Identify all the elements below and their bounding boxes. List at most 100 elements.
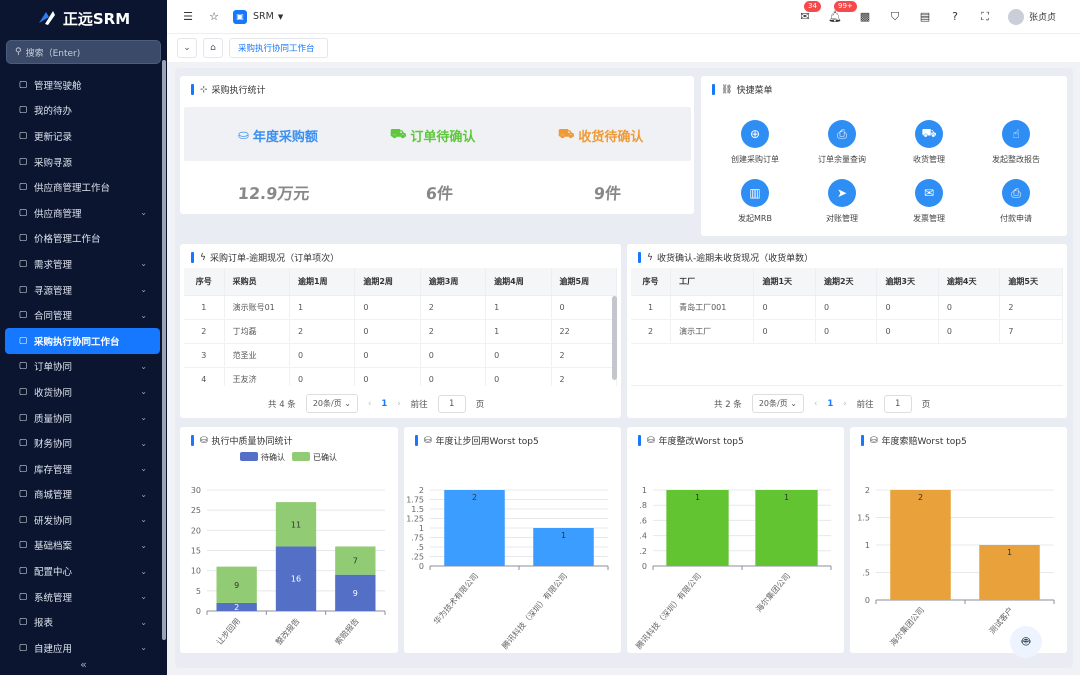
quick-menu-item[interactable]: ➤ 对账管理: [802, 179, 882, 224]
chart-card-concession: ⛁ 年度让步回用Worst top5 0.25.5.75 1 1.25 1.5 1.75 2…: [404, 427, 621, 653]
column-header[interactable]: 逾期4周: [485, 268, 552, 296]
sidebar-item[interactable]: ▢ 系统管理 ⌄: [0, 584, 167, 610]
goto-page-input[interactable]: 1: [883, 394, 912, 413]
next-page-icon[interactable]: ›: [843, 399, 846, 409]
sidebar-item[interactable]: ▢ 商城管理 ⌄: [0, 482, 167, 508]
star-icon[interactable]: ☆: [207, 10, 221, 24]
quick-menu-item[interactable]: ⎙ 付款申请: [976, 179, 1056, 224]
column-header[interactable]: 采购员: [224, 268, 290, 296]
quick-menu-item[interactable]: ⊕ 创建采购订单: [715, 120, 795, 165]
sidebar-item[interactable]: ▢ 质量协同 ⌄: [0, 405, 167, 431]
module-switcher[interactable]: SRM: [253, 11, 274, 22]
sidebar-item[interactable]: ▢ 供应商管理 ⌄: [0, 200, 167, 226]
quick-menu-label: 发起MRB: [738, 214, 772, 223]
table-row[interactable]: 1 演示账号01 1 0 2 1 0: [184, 295, 617, 320]
sidebar-item[interactable]: ▢ 基础档案 ⌄: [0, 533, 167, 559]
column-header[interactable]: 逾期3周: [420, 268, 487, 296]
column-header[interactable]: 逾期1天: [753, 268, 816, 296]
legend-swatch[interactable]: [292, 452, 310, 461]
sidebar-item[interactable]: ▢ 收货协同 ⌄: [0, 379, 167, 405]
column-header[interactable]: 逾期5天: [999, 268, 1063, 296]
sidebar-item-label: 报表: [34, 618, 54, 630]
column-header[interactable]: 序号: [184, 268, 225, 296]
current-page[interactable]: 1: [827, 399, 833, 409]
person-icon: ▢: [18, 310, 28, 321]
sidebar-scrollbar[interactable]: [162, 60, 166, 640]
sidebar-item[interactable]: ▢ 更新记录: [0, 123, 167, 149]
table-row[interactable]: 1 青岛工厂001 0 0 0 0 2: [631, 295, 1063, 320]
home-icon[interactable]: ⌂: [203, 38, 223, 58]
goto-page-input[interactable]: 1: [437, 394, 466, 413]
quick-menu-item[interactable]: ⎙ 订单余量查询: [802, 120, 882, 165]
column-header[interactable]: 逾期1周: [289, 268, 356, 296]
sidebar-item[interactable]: ▢ 自建应用 ⌄: [0, 635, 167, 661]
sidebar-item[interactable]: ▢ 采购寻源: [0, 149, 167, 175]
page-size-select[interactable]: 20条/页 ⌄: [305, 394, 358, 413]
sidebar-item[interactable]: ▢ 价格管理工作台: [0, 226, 167, 252]
quick-menu-item[interactable]: ✉ 发票管理: [889, 179, 969, 224]
sidebar-item[interactable]: ▢ 库存管理 ⌄: [0, 456, 167, 482]
quick-menu-item[interactable]: ☝ 发起整改报告: [976, 120, 1056, 165]
quick-menu-item[interactable]: ⛟ 收货管理: [889, 120, 969, 165]
sidebar-item[interactable]: ▢ 我的待办: [0, 98, 167, 124]
legend-swatch[interactable]: [240, 452, 258, 461]
sidebar-item[interactable]: ▢ 寻源管理 ⌄: [0, 277, 167, 303]
help-icon[interactable]: ?: [948, 10, 962, 24]
sidebar-item[interactable]: ▢ 合同管理 ⌄: [0, 302, 167, 328]
sidebar-item-label: 质量协同: [34, 413, 73, 425]
prev-page-icon[interactable]: ‹: [814, 399, 817, 409]
receipts-table-wrap: 序号 工厂 逾期1天 逾期2天 逾期3天 逾期4天 逾期5天 1 青岛工厂001 0 0 0 0 2 2 演示…: [631, 268, 1063, 386]
sidebar-item[interactable]: ▢ 财务协同 ⌄: [0, 430, 167, 456]
sidebar-item[interactable]: ▢ 需求管理 ⌄: [0, 251, 167, 277]
clipboard-icon[interactable]: ▤: [918, 10, 932, 24]
sidebar-item[interactable]: ▢ 订单协同 ⌄: [0, 354, 167, 380]
chevron-down-icon[interactable]: ⌄: [177, 38, 197, 58]
table-scrollbar[interactable]: [612, 296, 617, 380]
chevron-down-icon[interactable]: ▼: [278, 13, 283, 21]
collapse-sidebar-icon[interactable]: «: [0, 658, 167, 671]
app-logo[interactable]: 正远SRM: [0, 0, 167, 36]
bar[interactable]: [890, 490, 951, 600]
tab-active[interactable]: 采购执行协同工作台: [229, 38, 328, 58]
y-tick-label: .5: [416, 543, 424, 552]
total-count: 共 2 条: [714, 399, 742, 410]
menu-toggle-icon[interactable]: ☰: [181, 10, 195, 24]
column-header[interactable]: 逾期3天: [876, 268, 939, 296]
fullscreen-icon[interactable]: ⛶: [978, 10, 992, 24]
user-menu[interactable]: 张贞贞: [1007, 8, 1056, 25]
next-page-icon[interactable]: ›: [397, 399, 400, 409]
table-row[interactable]: 4 王友济 0 0 0 0 2: [184, 367, 617, 386]
sidebar-item[interactable]: ▢ 采购执行协同工作台: [5, 327, 160, 354]
table-row[interactable]: 3 范圣业 0 0 0 0 2: [184, 343, 617, 368]
column-header[interactable]: 逾期2周: [354, 268, 421, 296]
chat-icon[interactable]: ▩: [858, 10, 872, 24]
quick-menu-item[interactable]: ▥ 发起MRB: [715, 179, 795, 224]
column-header[interactable]: 逾期5周: [551, 268, 617, 296]
sidebar-item[interactable]: ▢ 供应商管理工作台: [0, 174, 167, 200]
legend-label[interactable]: 已确认: [313, 452, 337, 462]
column-header[interactable]: 逾期4天: [938, 268, 1001, 296]
stat-label: ⛟ 订单待确认: [390, 127, 476, 145]
column-header[interactable]: 工厂: [670, 268, 755, 296]
sidebar-item-label: 订单协同: [34, 362, 73, 374]
current-page[interactable]: 1: [381, 399, 387, 409]
table-row[interactable]: 2 演示工厂 0 0 0 0 7: [631, 319, 1063, 344]
prev-page-icon[interactable]: ‹: [368, 399, 371, 409]
table-cell: 范圣业: [224, 343, 290, 368]
table-row[interactable]: 2 丁均磊 2 0 2 1 22: [184, 319, 617, 344]
bell-icon[interactable]: 🔔︎ 99+: [828, 0, 857, 24]
column-header[interactable]: 序号: [631, 268, 672, 296]
sidebar-item[interactable]: ▢ 研发协同 ⌄: [0, 507, 167, 533]
data-label: 2: [472, 493, 477, 502]
sidebar-item[interactable]: ▢ 配置中心 ⌄: [0, 558, 167, 584]
sidebar-item[interactable]: ▢ 管理驾驶舱: [0, 72, 167, 98]
search-input[interactable]: ⚲ 搜索（Enter): [6, 40, 161, 64]
message-icon[interactable]: ✉ 34: [798, 0, 821, 24]
table-cell: 丁均磊: [224, 319, 290, 344]
column-header[interactable]: 逾期2天: [815, 268, 878, 296]
assistant-robot-icon[interactable]: 🤖︎: [1010, 626, 1042, 658]
shirt-icon[interactable]: ⛉: [888, 10, 902, 24]
page-size-select[interactable]: 20条/页 ⌄: [751, 394, 804, 413]
legend-label[interactable]: 待确认: [261, 452, 285, 462]
sidebar-item[interactable]: ▢ 报表 ⌄: [0, 609, 167, 635]
